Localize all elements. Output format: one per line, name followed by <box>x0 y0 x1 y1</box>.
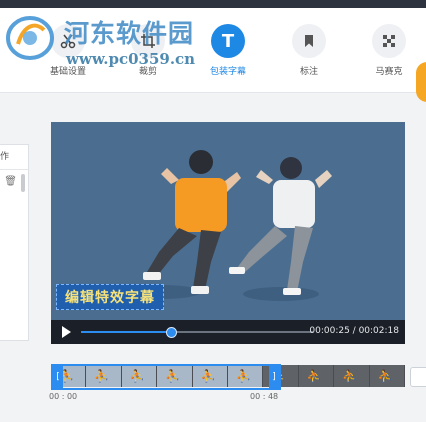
side-panel-header: 作 <box>0 145 28 170</box>
selection-start-handle[interactable]: [ <box>53 366 63 388</box>
seek-progress <box>81 331 172 333</box>
window-top-bar <box>0 0 426 8</box>
mosaic-icon <box>372 24 406 58</box>
timeline-tick: 00 : 48 <box>250 392 279 401</box>
seek-bar[interactable] <box>81 327 313 338</box>
seek-handle[interactable] <box>166 327 178 338</box>
selection-end-handle[interactable]: ] <box>269 366 279 388</box>
tool-mark[interactable]: 标注 <box>279 24 339 77</box>
timeline-tick: 00 : 00 <box>49 392 78 401</box>
watermark-logo <box>6 16 54 60</box>
dancer-thumbnail-icon: ⛹ <box>377 369 393 383</box>
scrollbar[interactable] <box>21 174 25 192</box>
tool-label: 马赛克 <box>375 67 403 77</box>
bookmark-icon <box>292 24 326 58</box>
list-item[interactable]: 🗑 <box>0 170 28 196</box>
timeline-frame: ⛹ <box>334 365 370 387</box>
timeline-selection[interactable]: [ ] <box>51 364 281 390</box>
text-T-icon: T <box>211 24 245 58</box>
tool-label: 标注 <box>299 67 318 77</box>
tool-mosaic[interactable]: 马赛克 <box>359 24 419 77</box>
player-controls: 00:00:25 / 00:02:18 <box>51 320 405 344</box>
dancer-thumbnail-icon: ⛹ <box>342 369 358 383</box>
trash-icon[interactable]: 🗑 <box>4 176 17 187</box>
watermark-url: www.pc0359.cn <box>66 50 196 68</box>
timeline-frame: ⛹ <box>369 365 405 387</box>
time-readout: 00:00:25 / 00:02:18 <box>309 326 399 336</box>
side-float-button[interactable] <box>416 62 426 102</box>
watermark: 河东软件园 www.pc0359.cn <box>4 12 214 72</box>
video-player: 编辑特效字幕 00:00:25 / 00:02:18 <box>51 122 405 344</box>
watermark-title: 河东软件园 <box>64 19 195 48</box>
side-panel: 作 🗑 <box>0 144 29 341</box>
dancer-thumbnail-icon: ⛹ <box>306 369 322 383</box>
timeline-frame: ⛹ <box>298 365 335 387</box>
subtitle-text-box[interactable]: 编辑特效字幕 <box>56 284 164 310</box>
play-icon[interactable] <box>62 326 71 338</box>
timeline-end-button[interactable] <box>410 367 426 387</box>
